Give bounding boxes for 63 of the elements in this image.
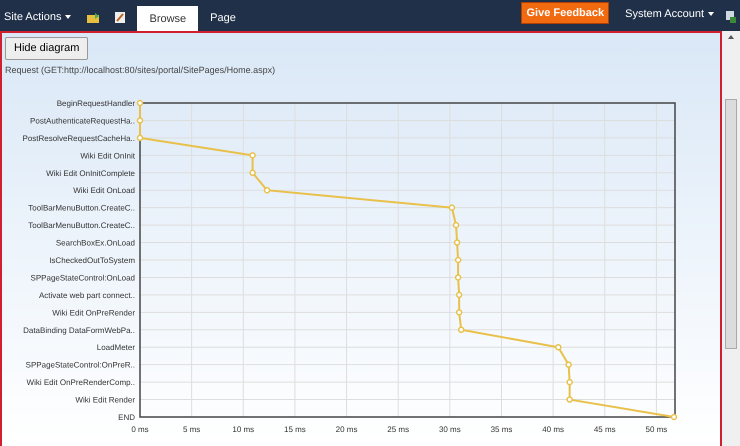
scroll-up-icon[interactable] [728,35,734,39]
category-label: Wiki Edit Render [75,396,135,405]
scroll-thumb[interactable] [725,99,737,349]
caret-icon [65,14,72,19]
user-icon[interactable] [726,11,736,23]
account-menu[interactable]: System Account [625,6,714,22]
tick-label: 0 ms [131,425,149,434]
data-point [565,361,572,368]
tick-label: 20 ms [336,425,358,434]
data-point [454,239,460,246]
category-label: IsCheckedOutToSystem [49,256,135,265]
data-point [454,274,462,281]
data-point [456,309,462,316]
category-label: Activate web part connect.. [38,290,135,300]
category-label: Wiki Edit OnInit [80,151,135,160]
category-label: DataBinding DataFormWebPa.. [23,326,135,335]
category-label: END [118,413,135,422]
data-point [456,292,462,298]
category-label: Wiki Edit OnLoad [73,186,135,196]
request-text: Request (GET:http://localhost:80/sites/portal/SitePages/Home.aspx) [5,64,276,77]
edit-icon[interactable] [115,12,126,23]
data-point [452,222,460,228]
tick-label: 45 ms [594,425,616,434]
hide-diagram-button[interactable]: Hide diagram [5,37,88,60]
category-label: SPPageStateControl:OnPreR.. [26,360,135,370]
site-actions-menu[interactable]: Site Actions [4,8,72,25]
data-point [555,344,562,350]
category-label: BeginRequestHandler [56,99,135,108]
category-label: Wiki Edit OnInitComplete [46,168,135,178]
data-point [249,170,256,176]
tick-label: 40 ms [542,425,564,434]
ribbon-tab[interactable]: Browse [137,6,198,31]
data-point [566,396,573,403]
category-label: Wiki Edit OnPreRenderComp.. [26,378,135,388]
tick-label: 5 ms [182,425,200,434]
category-label: PostResolveRequestCacheHa.. [22,134,135,143]
category-label: ToolBarMenuButton.CreateC.. [28,221,135,230]
data-point [136,117,144,124]
data-point [264,186,270,194]
category-label: SearchBoxEx.OnLoad [56,238,135,248]
data-point [136,134,144,142]
category-label: SPPageStateControl:OnLoad [30,273,135,282]
folder-icon[interactable] [87,13,100,23]
category-label: PostAuthenticateRequestHa.. [30,116,135,126]
scrollbar[interactable] [722,31,740,446]
data-point [136,100,144,106]
tick-label: 15 ms [284,425,306,434]
tick-label: 35 ms [490,425,512,434]
category-label: LoadMeter [96,343,135,352]
data-point [458,326,464,334]
data-point [454,256,462,264]
data-point [448,204,456,211]
category-label: ToolBarMenuButton.CreateC.. [28,204,135,213]
tick-label: 30 ms [438,425,461,434]
data-point [670,414,678,420]
tick-label: 50 ms [646,425,668,434]
data-point [249,152,256,159]
tick-label: 25 ms [387,425,410,434]
caret-icon [708,12,714,16]
data-point [566,378,573,386]
ribbon-tab[interactable]: Page [198,10,248,31]
category-label: Wiki Edit OnPreRender [52,308,135,318]
tick-label: 10 ms [232,425,254,434]
